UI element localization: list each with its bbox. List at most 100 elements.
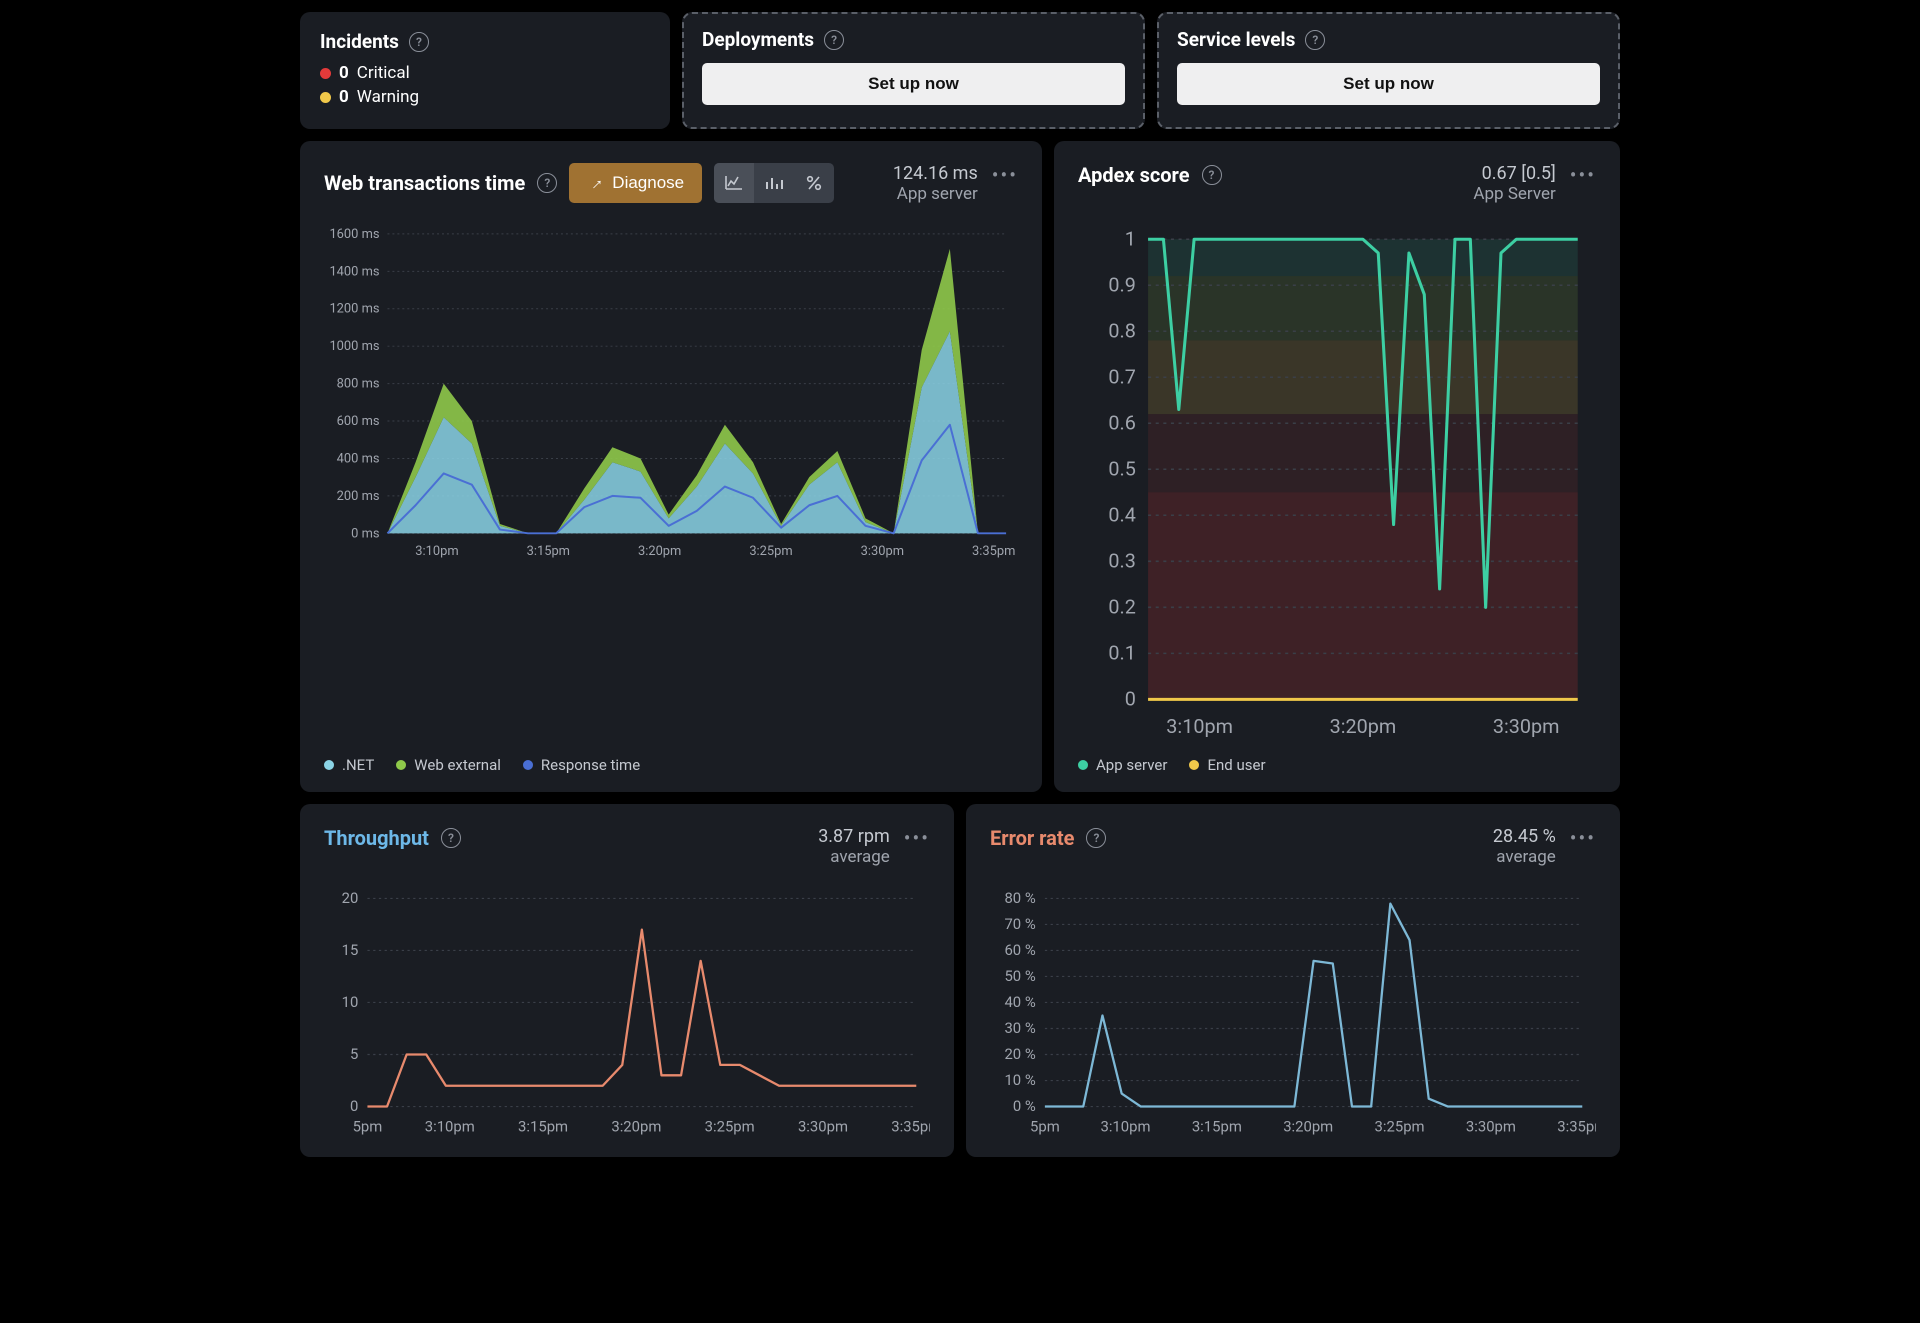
svg-text:20 %: 20 % — [1004, 1045, 1035, 1063]
svg-text:3:10pm: 3:10pm — [415, 544, 458, 559]
line-chart-icon[interactable] — [714, 163, 754, 203]
help-icon[interactable]: ? — [824, 30, 844, 50]
service-levels-setup-button[interactable]: Set up now — [1177, 63, 1600, 105]
svg-text:60 %: 60 % — [1004, 941, 1035, 959]
svg-text:3:35pm: 3:35pm — [972, 544, 1015, 559]
svg-text:400 ms: 400 ms — [337, 451, 380, 466]
apdex-metric: 0.67 [0.5] App Server — [1473, 163, 1555, 204]
help-icon[interactable]: ? — [1202, 165, 1222, 185]
apdex-chart: 00.10.20.30.40.50.60.70.80.913:10pm3:20p… — [1078, 224, 1596, 742]
help-icon[interactable]: ? — [409, 32, 429, 52]
legend-dot-icon — [396, 760, 406, 770]
svg-text:5pm: 5pm — [353, 1118, 383, 1136]
error-rate-title: Error rate — [990, 826, 1074, 850]
svg-text:1: 1 — [1125, 227, 1136, 250]
throughput-metric: 3.87 rpm average — [818, 826, 890, 867]
legend-item[interactable]: Web external — [396, 756, 501, 774]
svg-text:30 %: 30 % — [1004, 1019, 1035, 1037]
help-icon[interactable]: ? — [537, 173, 557, 193]
legend-label: Web external — [414, 756, 501, 774]
svg-text:600 ms: 600 ms — [337, 414, 380, 429]
help-icon[interactable]: ? — [1305, 30, 1325, 50]
throughput-metric-sub: average — [818, 847, 890, 867]
svg-text:3:10pm: 3:10pm — [425, 1118, 475, 1136]
legend-dot-icon — [1078, 760, 1088, 770]
svg-text:0.2: 0.2 — [1108, 595, 1135, 618]
incident-line: 0 Critical — [320, 63, 650, 83]
more-icon[interactable]: ••• — [1570, 163, 1596, 187]
incidents-card: Incidents ? 0 Critical 0 Warning — [300, 12, 670, 129]
help-icon[interactable]: ? — [441, 828, 461, 848]
bar-chart-icon[interactable] — [754, 163, 794, 203]
svg-text:3:25pm: 3:25pm — [1375, 1118, 1425, 1136]
service-levels-title: Service levels — [1177, 28, 1295, 51]
legend-label: App server — [1096, 756, 1167, 774]
svg-text:15: 15 — [342, 941, 359, 959]
legend-item[interactable]: Response time — [523, 756, 640, 774]
svg-text:0 %: 0 % — [1013, 1097, 1036, 1115]
svg-text:50 %: 50 % — [1004, 967, 1035, 985]
svg-text:0.7: 0.7 — [1108, 365, 1135, 388]
svg-text:0.6: 0.6 — [1108, 411, 1135, 434]
svg-text:3:15pm: 3:15pm — [518, 1118, 568, 1136]
help-icon[interactable]: ? — [1086, 828, 1106, 848]
apdex-card: Apdex score ? 0.67 [0.5] App Server ••• … — [1054, 141, 1620, 792]
svg-text:1400 ms: 1400 ms — [329, 264, 379, 279]
apdex-legend: App server End user — [1078, 756, 1596, 774]
legend-item[interactable]: End user — [1189, 756, 1265, 774]
web-metric-value: 124.16 ms — [893, 163, 978, 184]
svg-text:3:30pm: 3:30pm — [1493, 715, 1560, 738]
deployments-card: Deployments ? Set up now — [682, 12, 1145, 129]
svg-text:0.9: 0.9 — [1108, 273, 1135, 296]
throughput-metric-value: 3.87 rpm — [818, 826, 890, 847]
svg-text:3:15pm: 3:15pm — [527, 544, 570, 559]
service-levels-card: Service levels ? Set up now — [1157, 12, 1620, 129]
deployments-setup-button[interactable]: Set up now — [702, 63, 1125, 105]
apdex-title: Apdex score — [1078, 163, 1190, 187]
svg-text:0.1: 0.1 — [1108, 641, 1135, 664]
svg-text:3:30pm: 3:30pm — [861, 544, 904, 559]
more-icon[interactable]: ••• — [904, 826, 930, 850]
apdex-metric-value: 0.67 [0.5] — [1473, 163, 1555, 184]
svg-text:20: 20 — [342, 889, 359, 907]
svg-text:5: 5 — [350, 1045, 358, 1063]
apdex-metric-sub: App Server — [1473, 184, 1555, 204]
svg-text:3:20pm: 3:20pm — [1283, 1118, 1333, 1136]
svg-text:3:15pm: 3:15pm — [1192, 1118, 1242, 1136]
svg-text:3:25pm: 3:25pm — [705, 1118, 755, 1136]
legend-dot-icon — [523, 760, 533, 770]
svg-text:0.8: 0.8 — [1108, 319, 1135, 342]
throughput-chart: 051015205pm3:10pm3:15pm3:20pm3:25pm3:30p… — [324, 887, 930, 1139]
svg-text:80 %: 80 % — [1004, 889, 1035, 907]
more-icon[interactable]: ••• — [992, 163, 1018, 187]
svg-text:0: 0 — [350, 1097, 358, 1115]
status-dot-icon — [320, 68, 331, 79]
svg-text:0.4: 0.4 — [1108, 503, 1135, 526]
svg-text:5pm: 5pm — [1030, 1118, 1060, 1136]
svg-text:1000 ms: 1000 ms — [329, 339, 379, 354]
incidents-title: Incidents — [320, 30, 399, 53]
svg-text:0: 0 — [1125, 687, 1136, 710]
incident-label: Critical — [357, 63, 410, 83]
legend-label: Response time — [541, 756, 640, 774]
svg-text:40 %: 40 % — [1004, 993, 1035, 1011]
diagnose-button[interactable]: → Diagnose — [569, 163, 702, 203]
legend-item[interactable]: .NET — [324, 756, 374, 774]
svg-text:3:10pm: 3:10pm — [1100, 1118, 1150, 1136]
incidents-list: 0 Critical 0 Warning — [320, 63, 650, 107]
svg-text:3:20pm: 3:20pm — [638, 544, 681, 559]
svg-text:0 ms: 0 ms — [351, 526, 380, 541]
svg-text:1200 ms: 1200 ms — [329, 302, 379, 317]
status-dot-icon — [320, 92, 331, 103]
more-icon[interactable]: ••• — [1570, 826, 1596, 850]
web-chart-title: Web transactions time — [324, 171, 525, 195]
svg-text:3:35pm: 3:35pm — [1557, 1118, 1596, 1136]
svg-text:800 ms: 800 ms — [337, 377, 380, 392]
svg-text:200 ms: 200 ms — [337, 489, 380, 504]
percent-icon[interactable] — [794, 163, 834, 203]
svg-text:10: 10 — [342, 993, 359, 1011]
svg-text:3:35pm: 3:35pm — [891, 1118, 930, 1136]
deployments-title: Deployments — [702, 28, 814, 51]
svg-text:0.3: 0.3 — [1108, 549, 1135, 572]
legend-item[interactable]: App server — [1078, 756, 1167, 774]
